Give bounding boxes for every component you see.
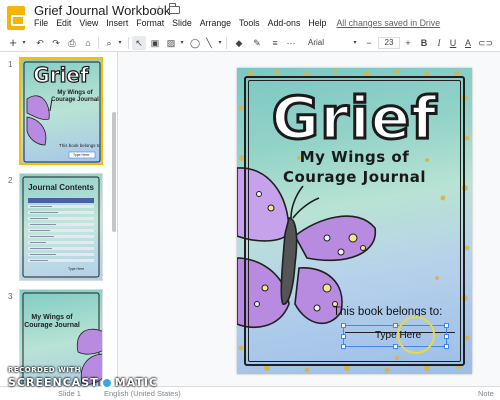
cursor-highlight	[397, 316, 435, 354]
watermark-line2: SCREENCAST MATIC	[8, 376, 158, 389]
underline-icon[interactable]: U	[447, 36, 459, 50]
toolbar-divider	[226, 37, 227, 49]
menu-bar: File Edit View Insert Format Slide Arran…	[34, 18, 448, 32]
resize-handle[interactable]	[444, 334, 449, 339]
thumb-field: Type Here	[73, 153, 90, 157]
italic-icon[interactable]: I	[433, 36, 445, 50]
chevron-down-icon[interactable]: ▾	[178, 36, 186, 50]
watermark-brand-suffix: MATIC	[114, 376, 158, 389]
screencast-logo-icon	[100, 377, 113, 389]
speaker-notes-toggle[interactable]: Note	[478, 389, 494, 398]
slide-thumbnail-2[interactable]: Journal Contents Type Here	[19, 173, 103, 281]
slide-indicator: Slide 1	[58, 389, 81, 398]
title-bar: Grief Journal Workbook ☆ File Edit View …	[0, 0, 500, 34]
language-indicator[interactable]: English (United States)	[104, 389, 181, 398]
add-icon[interactable]: +	[6, 36, 20, 50]
save-status[interactable]: All changes saved in Drive	[336, 18, 440, 32]
menu-slide[interactable]: Slide	[172, 18, 192, 32]
redo-icon[interactable]: ↷	[50, 36, 62, 50]
menu-format[interactable]: Format	[136, 18, 164, 32]
paint-format-icon[interactable]: ⌂	[82, 36, 94, 50]
toolbar: + ▾ ↶ ↷ ⎙ ⌂ ⌕ ▾ ↖ ▣ ▨ ▾ ◯ ╲ ▾ ◆ ✎ ≡ ⋯ Ar…	[0, 34, 500, 52]
document-title[interactable]: Grief Journal Workbook	[34, 3, 170, 18]
slide-title[interactable]: Grief	[237, 82, 472, 154]
thumb-belongs: This book belongs to:	[59, 143, 102, 148]
zoom-icon[interactable]: ⌕	[102, 36, 116, 50]
watermark-brand: SCREENCAST	[8, 376, 99, 389]
chevron-down-icon[interactable]: ▾	[351, 36, 359, 50]
decrease-font-size-icon[interactable]: −	[363, 36, 375, 50]
fill-color-icon[interactable]: ◆	[232, 36, 246, 50]
increase-font-size-icon[interactable]: +	[402, 36, 414, 50]
menu-help[interactable]: Help	[308, 18, 326, 32]
filmstrip: 1 Grief My Wings of Courage Journal This…	[0, 52, 118, 400]
select-icon[interactable]: ↖	[132, 36, 146, 50]
star-icon[interactable]: ☆	[154, 3, 165, 17]
thumb-title: Grief	[33, 62, 90, 87]
slide-subtitle-line1[interactable]: My Wings of	[237, 148, 472, 166]
border-color-icon[interactable]: ✎	[250, 36, 264, 50]
menu-arrange[interactable]: Arrange	[200, 18, 231, 32]
folder-icon[interactable]	[168, 3, 180, 14]
resize-handle[interactable]	[341, 344, 346, 349]
link-icon[interactable]: ⊂⊃	[478, 36, 493, 50]
font-size-input[interactable]: 23	[378, 37, 400, 49]
menu-file[interactable]: File	[34, 18, 48, 32]
textbox-icon[interactable]: ▣	[148, 36, 162, 50]
chevron-down-icon[interactable]: ▾	[116, 36, 124, 50]
watermark-line1: RECORDED WITH	[8, 366, 81, 374]
bold-icon[interactable]: B	[418, 36, 430, 50]
slide-number: 2	[8, 176, 13, 185]
thumb-subtitle: My Wings of Courage Journal	[24, 314, 80, 329]
resize-handle[interactable]	[444, 344, 449, 349]
thumb-subtitle: My Wings of Courage Journal	[51, 90, 99, 103]
menu-tools[interactable]: Tools	[239, 18, 260, 32]
thumb-title: Journal Contents	[28, 183, 94, 192]
menu-addons[interactable]: Add-ons	[268, 18, 301, 32]
filmstrip-scrollbar[interactable]	[112, 112, 116, 232]
belongs-to-label[interactable]: This book belongs to:	[333, 306, 442, 318]
slide-subtitle-line2[interactable]: Courage Journal	[237, 168, 472, 186]
border-weight-icon[interactable]: ≡	[268, 36, 282, 50]
resize-handle[interactable]	[341, 323, 346, 328]
slide-number: 3	[8, 292, 13, 301]
line-icon[interactable]: ╲	[202, 36, 216, 50]
menu-insert[interactable]: Insert	[106, 18, 128, 32]
toolbar-divider	[98, 37, 99, 49]
resize-handle[interactable]	[341, 334, 346, 339]
chevron-down-icon[interactable]: ▾	[216, 36, 224, 50]
text-color-icon[interactable]: A	[462, 36, 474, 50]
toolbar-divider	[128, 37, 129, 49]
chevron-down-icon[interactable]: ▾	[20, 36, 28, 50]
slide-number: 1	[8, 60, 13, 69]
menu-view[interactable]: View	[79, 18, 98, 32]
resize-handle[interactable]	[393, 344, 398, 349]
undo-icon[interactable]: ↶	[34, 36, 46, 50]
slides-logo-icon[interactable]	[7, 6, 25, 30]
border-dash-icon[interactable]: ⋯	[284, 36, 298, 50]
menu-edit[interactable]: Edit	[56, 18, 71, 32]
slide-thumbnail-1[interactable]: Grief My Wings of Courage Journal This b…	[19, 57, 103, 165]
recording-watermark: RECORDED WITH SCREENCAST MATIC	[8, 366, 157, 389]
image-icon[interactable]: ▨	[164, 36, 178, 50]
print-icon[interactable]: ⎙	[66, 36, 78, 50]
resize-handle[interactable]	[444, 323, 449, 328]
thumb-footer: Type Here	[68, 267, 85, 271]
shape-icon[interactable]: ◯	[188, 36, 202, 50]
